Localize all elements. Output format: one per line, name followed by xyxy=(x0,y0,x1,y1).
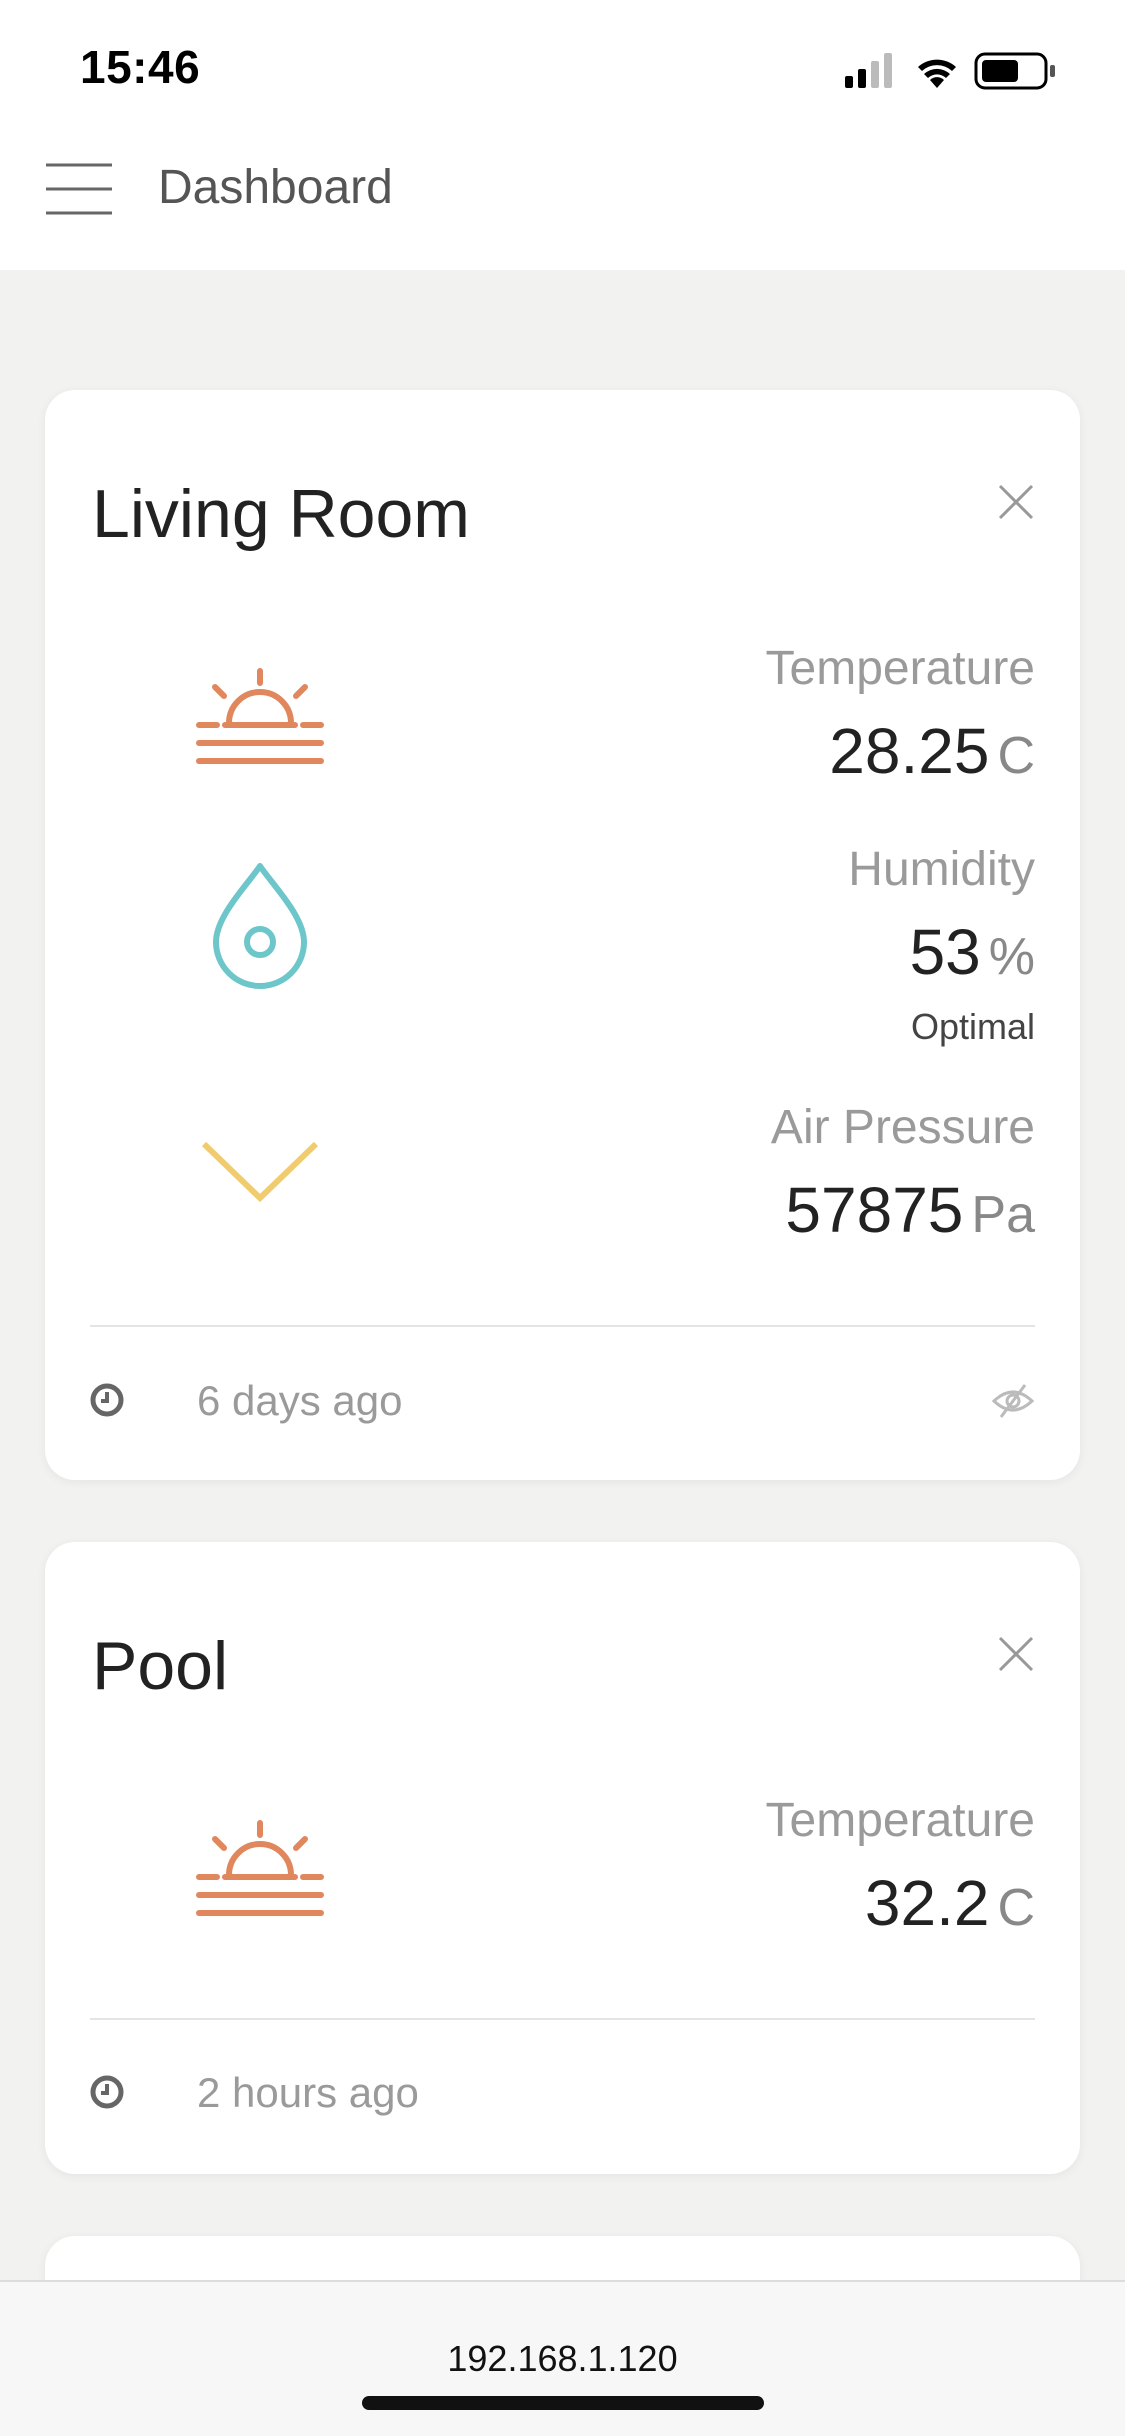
wifi-icon xyxy=(918,59,956,88)
temperature-metric: Temperature 32.2 C xyxy=(765,1794,1035,1936)
metric-value: 32.2 C xyxy=(766,1871,1035,1935)
metric-label: Air Pressure xyxy=(770,1101,1035,1154)
card-footer: 2 hours ago xyxy=(90,2067,1035,2117)
sensor-card-pool: Pool Temperature 32.2 C 2 hours ago xyxy=(45,1542,1080,2174)
metric-number: 32.2 xyxy=(864,1867,990,1939)
sensor-card-living-room: Living Room Temperature 28.25 C Humidity… xyxy=(45,390,1080,1480)
browser-url-bar[interactable]: 192.168.1.120 xyxy=(0,2280,1125,2436)
status-icons xyxy=(845,48,1085,92)
last-updated: 6 days ago xyxy=(197,1377,403,1424)
home-indicator[interactable] xyxy=(362,2396,764,2410)
eye-slash-icon[interactable] xyxy=(991,1381,1035,1421)
air-pressure-metric: Air Pressure 57875 Pa xyxy=(770,1101,1035,1243)
status-time: 15:46 xyxy=(80,41,201,93)
metric-number: 28.25 xyxy=(829,715,990,787)
water-drop-icon xyxy=(210,860,310,990)
metric-label: Humidity xyxy=(848,843,1035,896)
card-divider xyxy=(90,1325,1035,1327)
page-title: Dashboard xyxy=(158,161,393,214)
clock-icon xyxy=(90,1383,124,1417)
humidity-status: Optimal xyxy=(910,1006,1035,1047)
metric-unit: % xyxy=(988,928,1035,986)
cellular-signal-icon xyxy=(845,53,892,88)
app-header: 15:46 Dashboard xyxy=(0,0,1125,270)
metric-unit: C xyxy=(997,1879,1035,1937)
card-footer: 6 days ago xyxy=(90,1375,1035,1425)
metric-value: 53% xyxy=(848,920,1035,984)
humidity-metric: Humidity 53% Optimal xyxy=(848,846,1035,1048)
metric-value: 28.25 C xyxy=(766,719,1035,783)
card-divider xyxy=(90,2018,1035,2020)
card-title: Pool xyxy=(92,1628,229,1704)
url-text: 192.168.1.120 xyxy=(447,2338,678,2379)
clock-icon xyxy=(90,2075,124,2109)
sunrise-icon xyxy=(195,665,325,775)
metric-value: 57875 Pa xyxy=(771,1178,1035,1242)
metric-label: Temperature xyxy=(765,642,1035,695)
metric-number: 57875 xyxy=(785,1174,964,1246)
chevron-down-icon xyxy=(200,1140,320,1210)
close-icon[interactable] xyxy=(996,1634,1036,1674)
last-updated: 2 hours ago xyxy=(197,2069,419,2116)
close-icon[interactable] xyxy=(996,482,1036,522)
metric-unit: Pa xyxy=(971,1186,1035,1244)
metric-number: 53 xyxy=(909,916,981,988)
metric-label: Temperature xyxy=(765,1794,1035,1847)
metric-unit: C xyxy=(997,727,1035,785)
battery-icon xyxy=(974,52,1055,90)
temperature-metric: Temperature 28.25 C xyxy=(765,642,1035,784)
card-title: Living Room xyxy=(92,476,470,552)
hamburger-menu-icon[interactable] xyxy=(46,162,116,216)
dashboard-page: 15:46 Dashboard Living Room Temperature … xyxy=(0,0,1125,2436)
sunrise-icon xyxy=(195,1817,325,1927)
